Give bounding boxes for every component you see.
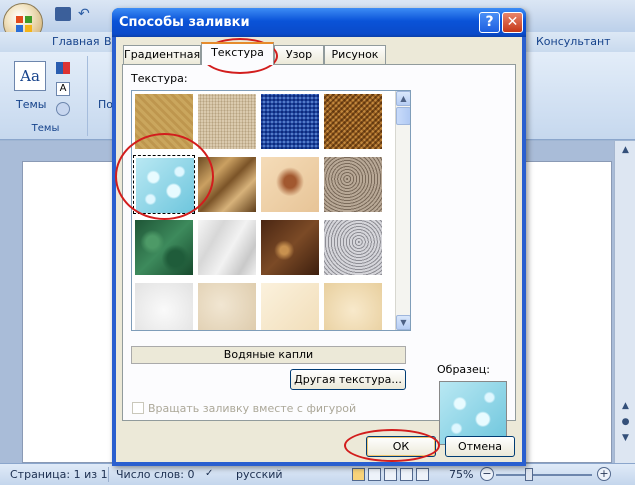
texture-swatch[interactable] — [259, 281, 321, 330]
texture-swatch-image — [324, 157, 382, 212]
dialog-body: Градиентная Текстура Узор Рисунок Тексту… — [116, 37, 522, 462]
zoom-slider-thumb[interactable] — [525, 468, 533, 481]
themes-icon[interactable]: Aa — [14, 61, 46, 91]
texture-swatch[interactable] — [322, 218, 384, 277]
texture-swatch-image — [261, 157, 319, 212]
texture-grid: ▲ ▼ — [131, 90, 411, 331]
texture-swatch-image — [135, 94, 193, 149]
full-screen-icon[interactable] — [368, 468, 381, 481]
word-count[interactable]: Число слов: 0 — [116, 468, 195, 481]
texture-swatch[interactable] — [196, 218, 258, 277]
undo-icon[interactable]: ↶ — [78, 7, 94, 21]
theme-colors-icon[interactable] — [56, 62, 70, 74]
scroll-down-icon[interactable]: ▼ — [396, 315, 410, 330]
rotate-fill-checkbox: Вращать заливку вместе с фигурой — [132, 402, 356, 415]
ribbon-tab-consultant[interactable]: Консультант — [536, 35, 611, 48]
outline-icon[interactable] — [400, 468, 413, 481]
zoom-in-button[interactable]: + — [597, 467, 611, 481]
page-setup-group: По — [90, 56, 114, 136]
texture-swatch-image — [136, 158, 194, 213]
page-setup-fragment[interactable]: По — [98, 98, 113, 111]
cancel-button[interactable]: Отмена — [445, 436, 515, 457]
rotate-checkbox-box — [132, 402, 144, 414]
rotate-checkbox-label: Вращать заливку вместе с фигурой — [148, 402, 357, 415]
texture-swatch[interactable] — [322, 92, 384, 151]
zoom-out-button[interactable]: − — [480, 467, 494, 481]
theme-fonts-icon[interactable]: A — [56, 82, 70, 96]
themes-button-label[interactable]: Темы — [16, 98, 46, 111]
themes-group-label: Темы — [31, 123, 60, 134]
texture-swatch-image — [261, 220, 319, 275]
ok-button[interactable]: ОК — [366, 436, 436, 457]
status-separator — [108, 467, 109, 482]
zoom-level[interactable]: 75% — [449, 468, 473, 481]
next-page-icon[interactable]: ▼ — [618, 433, 633, 445]
theme-effects-icon[interactable] — [56, 102, 70, 116]
texture-swatch[interactable] — [133, 218, 195, 277]
texture-swatch[interactable] — [259, 218, 321, 277]
tab-texture[interactable]: Текстура — [201, 42, 274, 65]
selected-texture-name: Водяные капли — [131, 346, 406, 364]
page-count[interactable]: Страница: 1 из 1 — [10, 468, 108, 481]
help-button[interactable]: ? — [479, 12, 500, 33]
texture-swatch[interactable] — [259, 92, 321, 151]
texture-swatch[interactable] — [196, 281, 258, 330]
fill-effects-dialog: Способы заливки ? ✕ Градиентная Текстура… — [112, 8, 526, 466]
status-bar: Страница: 1 из 1 Число слов: 0 ✓ русский… — [0, 463, 635, 485]
texture-swatch-image — [261, 94, 319, 149]
zoom-slider[interactable] — [496, 474, 592, 476]
texture-swatch-image — [198, 220, 256, 275]
dialog-title: Способы заливки — [119, 15, 250, 30]
themes-group: Aa Темы A Темы — [4, 56, 88, 136]
other-texture-button[interactable]: Другая текстура... — [290, 369, 406, 390]
print-layout-icon[interactable] — [352, 468, 365, 481]
view-buttons — [352, 468, 432, 482]
tab-gradient[interactable]: Градиентная — [123, 45, 201, 64]
browse-object-icon[interactable]: ● — [618, 417, 633, 429]
texture-swatch[interactable] — [322, 155, 384, 214]
texture-grid-scrollbar[interactable]: ▲ ▼ — [395, 91, 410, 330]
scroll-up-icon[interactable]: ▲ — [618, 145, 633, 157]
texture-label: Текстура: — [131, 72, 188, 85]
texture-swatch-image — [198, 283, 256, 330]
texture-swatch[interactable] — [322, 281, 384, 330]
prev-page-icon[interactable]: ▲ — [618, 401, 633, 413]
texture-swatch-image — [135, 283, 193, 330]
proofing-icon[interactable]: ✓ — [205, 468, 213, 479]
texture-swatch[interactable] — [196, 92, 258, 151]
texture-swatch[interactable] — [133, 281, 195, 330]
texture-swatch[interactable] — [196, 155, 258, 214]
scroll-up-icon[interactable]: ▲ — [396, 91, 410, 106]
texture-swatch-image — [324, 94, 382, 149]
texture-swatch-image — [198, 94, 256, 149]
texture-swatch[interactable] — [259, 155, 321, 214]
texture-swatch[interactable] — [133, 92, 195, 151]
close-button[interactable]: ✕ — [502, 12, 523, 33]
draft-icon[interactable] — [416, 468, 429, 481]
ribbon-tab-home[interactable]: Главная — [52, 35, 100, 48]
texture-swatch-image — [135, 220, 193, 275]
document-scrollbar[interactable]: ▲ ▲ ● ▼ — [614, 141, 635, 463]
texture-swatch-image — [324, 283, 382, 330]
texture-tab-panel: Текстура: ▲ ▼ Водяные капли Другая текст… — [122, 64, 516, 445]
scroll-thumb[interactable] — [396, 107, 410, 125]
texture-swatch-image — [324, 220, 382, 275]
web-layout-icon[interactable] — [384, 468, 397, 481]
office-logo-icon — [16, 16, 32, 32]
dialog-title-bar[interactable]: Способы заливки ? ✕ — [112, 8, 526, 37]
save-icon[interactable] — [55, 7, 71, 21]
tab-picture[interactable]: Рисунок — [324, 45, 386, 64]
language-indicator[interactable]: русский — [236, 468, 283, 481]
texture-swatch-image — [198, 157, 256, 212]
texture-swatch-image — [261, 283, 319, 330]
sample-label: Образец: — [437, 363, 490, 376]
ribbon-tab-insert[interactable]: В — [104, 35, 112, 48]
tab-pattern[interactable]: Узор — [274, 45, 324, 64]
texture-swatch[interactable] — [133, 155, 195, 214]
